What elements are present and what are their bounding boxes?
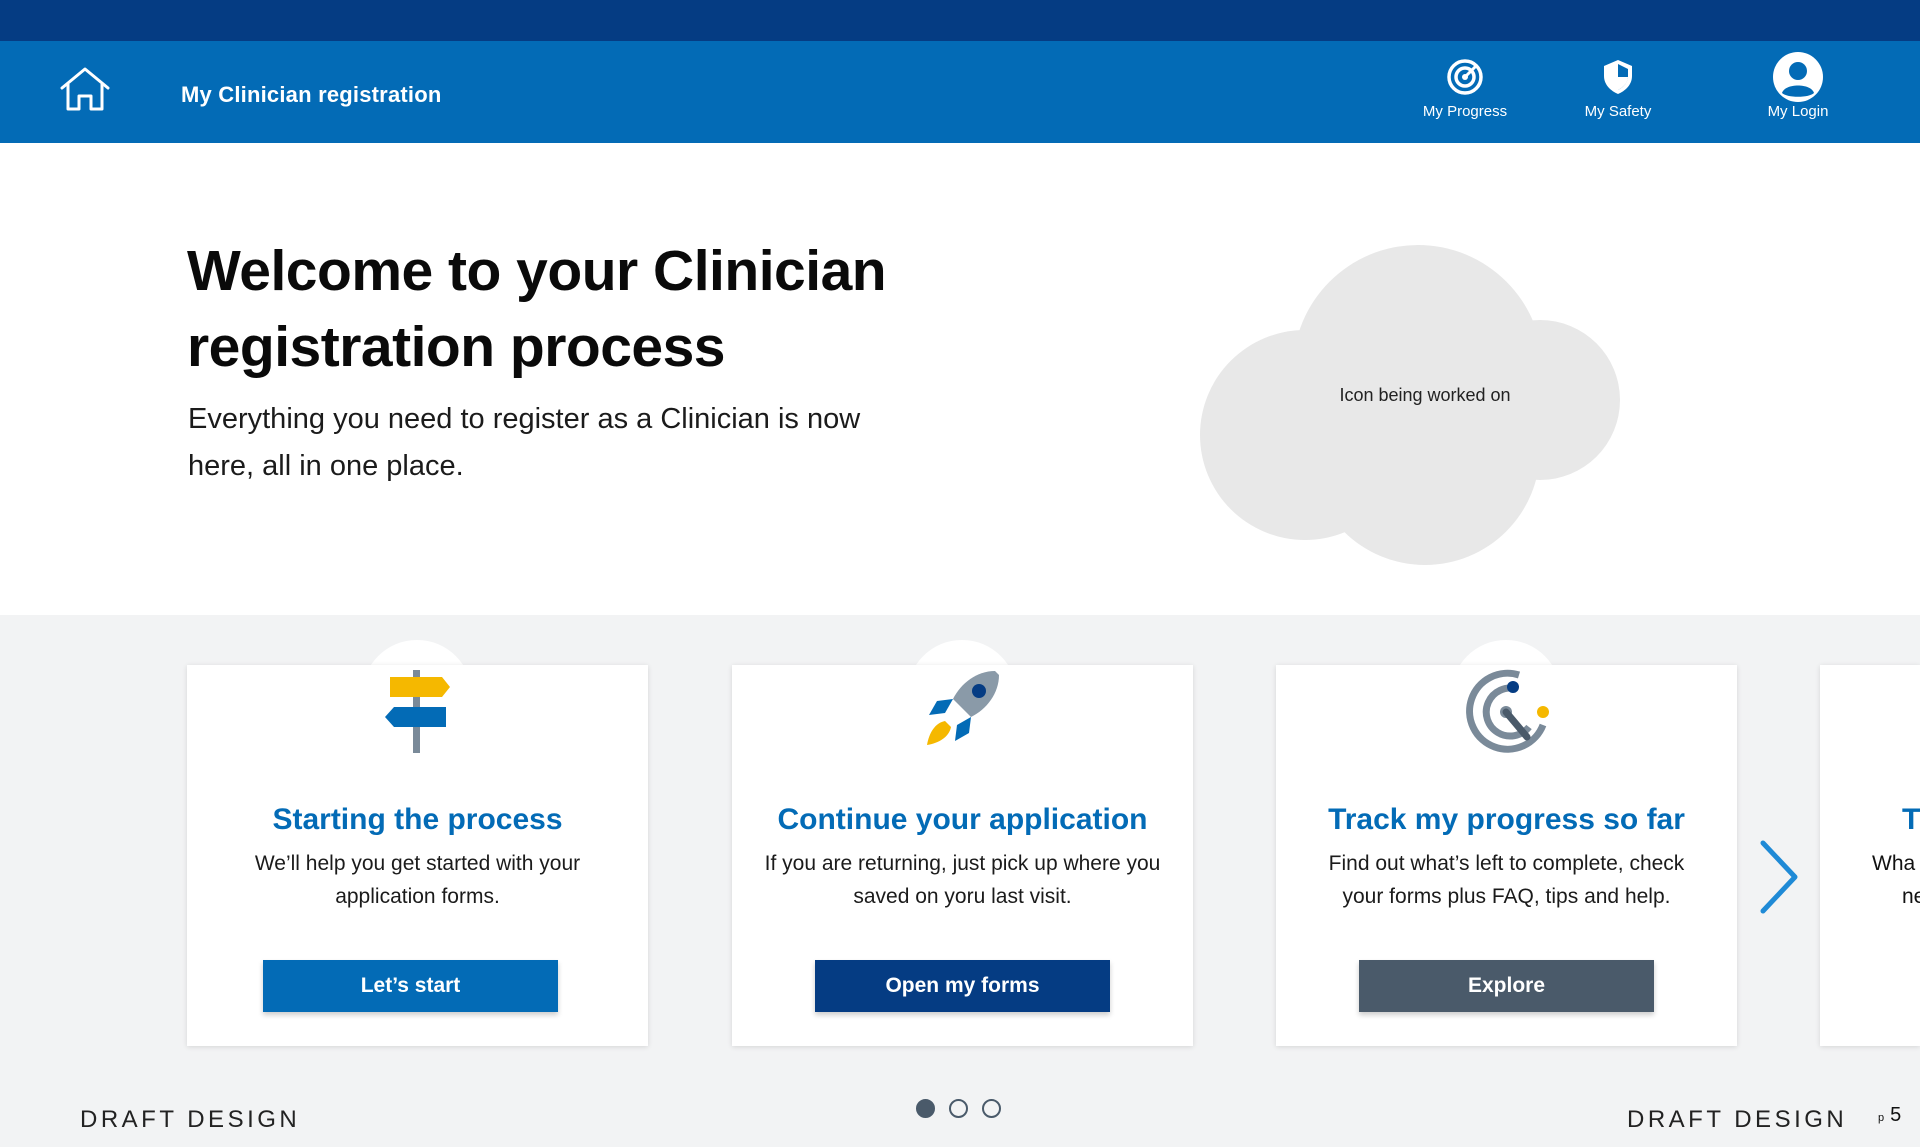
signpost-icon (384, 670, 450, 753)
card-starting-process: Starting the process We’ll help you get … (187, 665, 648, 1046)
rocket-icon (926, 671, 999, 745)
nav-my-progress-label: My Progress (1422, 103, 1508, 120)
page-number: p5 (1878, 1104, 1901, 1127)
user-icon (1773, 52, 1823, 102)
draft-design-label-right: DRAFT DESIGN (1627, 1106, 1848, 1133)
lets-start-button[interactable]: Let’s start (263, 960, 558, 1012)
nav-my-login-label: My Login (1767, 103, 1829, 120)
home-button[interactable] (58, 65, 112, 113)
card-partial-next: T Wha ne (1820, 665, 1920, 1046)
card-description: Wha (1872, 852, 1916, 875)
chevron-right-icon[interactable] (1757, 837, 1803, 917)
hero-subtitle: Everything you need to register as a Cli… (188, 403, 861, 482)
card-title: T (1902, 803, 1920, 836)
hero-title: Welcome to your Clinician registration p… (187, 239, 887, 379)
nav-my-safety-label: My Safety (1584, 103, 1652, 120)
header-bar: My Clinician registration My Progress My… (0, 41, 1920, 143)
page-prefix: p (1878, 1112, 1885, 1124)
card-title: Starting the process (272, 803, 563, 836)
card-description: Find out what’s left to complete, check … (1328, 852, 1685, 908)
top-strip (0, 0, 1920, 41)
open-my-forms-button[interactable]: Open my forms (815, 960, 1110, 1012)
radar-icon (1465, 669, 1549, 753)
carousel-dot-1[interactable] (916, 1099, 935, 1118)
target-icon (1447, 59, 1483, 95)
page-number-value: 5 (1890, 1104, 1902, 1126)
hero-section: Welcome to your Clinician registration p… (0, 143, 1920, 615)
card-title: Track my progress so far (1328, 803, 1685, 836)
card-description: ne (1902, 885, 1920, 908)
explore-button[interactable]: Explore (1359, 960, 1654, 1012)
nav-my-login[interactable]: My Login (1733, 52, 1863, 137)
card-title: Continue your application (777, 803, 1148, 836)
home-icon (60, 67, 110, 111)
carousel-dot-2[interactable] (949, 1099, 968, 1118)
nav-my-safety[interactable]: My Safety (1553, 57, 1683, 137)
app-title: My Clinician registration (181, 82, 442, 107)
card-continue-application: Continue your application If you are ret… (732, 665, 1193, 1046)
icon-placeholder-label: Icon being worked on (1339, 385, 1511, 405)
carousel-dot-3[interactable] (982, 1099, 1001, 1118)
nav-my-progress[interactable]: My Progress (1400, 57, 1530, 137)
card-description: We’ll help you get started with your app… (254, 852, 581, 908)
shield-icon (1604, 60, 1632, 94)
card-track-progress: Track my progress so far Find out what’s… (1276, 665, 1737, 1046)
card-description: If you are returning, just pick up where… (764, 852, 1161, 908)
draft-design-label-left: DRAFT DESIGN (80, 1106, 301, 1133)
